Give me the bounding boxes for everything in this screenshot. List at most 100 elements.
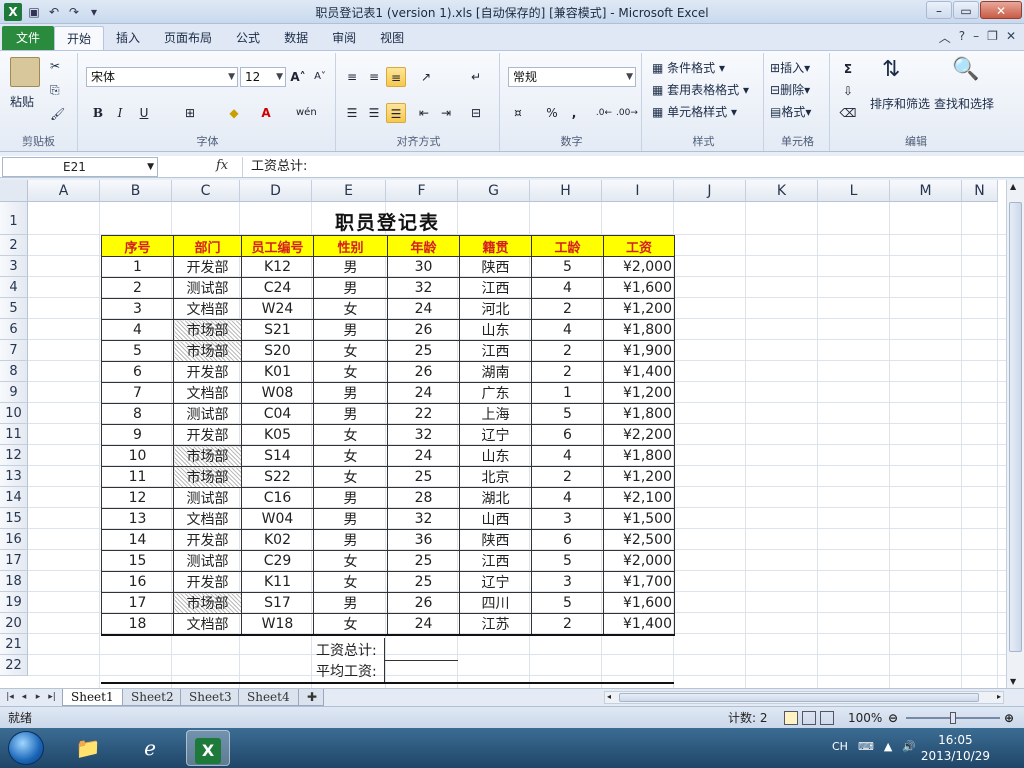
table-cell[interactable]: 陕西 xyxy=(459,256,532,278)
table-cell[interactable]: 测试部 xyxy=(173,277,242,299)
formula-input[interactable]: 工资总计: xyxy=(242,157,1006,177)
table-cell[interactable]: 32 xyxy=(387,508,460,530)
column-header-n[interactable]: N xyxy=(962,180,998,202)
number-format-combo[interactable]: 常规 ▼ xyxy=(508,67,636,87)
table-cell[interactable]: 7 xyxy=(101,382,174,404)
table-cell[interactable]: 陕西 xyxy=(459,529,532,551)
doc-close-icon[interactable]: ✕ xyxy=(1006,29,1016,46)
table-cell[interactable]: 1 xyxy=(531,382,604,404)
table-cell[interactable]: 河北 xyxy=(459,298,532,320)
format-painter-icon[interactable]: 🖌 xyxy=(50,107,65,121)
table-cell[interactable]: 4 xyxy=(531,277,604,299)
table-cell[interactable]: 1 xyxy=(101,256,174,278)
ie-icon[interactable]: ℯ xyxy=(128,730,172,766)
row-header-1[interactable]: 1 xyxy=(0,202,28,235)
font-name-combo[interactable]: 宋体 ▼ xyxy=(86,67,238,87)
bold-button[interactable]: B xyxy=(88,103,108,123)
table-cell[interactable]: 11 xyxy=(101,466,174,488)
tab-home[interactable]: 开始 xyxy=(54,26,105,50)
prev-sheet-icon[interactable]: ◂ xyxy=(18,690,30,704)
table-cell[interactable]: W04 xyxy=(241,508,314,530)
table-cell[interactable]: 市场部 xyxy=(173,445,242,467)
table-cell[interactable]: 男 xyxy=(313,319,388,341)
font-color-icon[interactable]: A xyxy=(256,103,276,123)
horizontal-scroll-thumb[interactable] xyxy=(619,693,979,702)
table-cell[interactable]: 2 xyxy=(531,298,604,320)
conditional-format-button[interactable]: ▦ 条件格式 ▾ xyxy=(652,59,725,76)
format-as-table-button[interactable]: ▦ 套用表格格式 ▾ xyxy=(652,81,749,98)
row-header-20[interactable]: 20 xyxy=(0,613,28,634)
table-cell[interactable]: 4 xyxy=(531,487,604,509)
zoom-out-icon[interactable]: ⊖ xyxy=(888,707,898,729)
vertical-scrollbar[interactable]: ▲ ▼ xyxy=(1006,180,1024,688)
table-cell[interactable]: 四川 xyxy=(459,592,532,614)
table-cell[interactable]: 女 xyxy=(313,571,388,593)
table-cell[interactable]: 14 xyxy=(101,529,174,551)
wrap-text-icon[interactable]: ↵ xyxy=(466,67,486,87)
table-cell[interactable]: 30 xyxy=(387,256,460,278)
table-cell[interactable]: 28 xyxy=(387,487,460,509)
column-header-j[interactable]: J xyxy=(674,180,746,202)
table-cell[interactable]: 测试部 xyxy=(173,487,242,509)
grow-font-icon[interactable]: A˄ xyxy=(288,67,308,87)
table-cell[interactable]: 女 xyxy=(313,424,388,446)
font-size-combo[interactable]: 12 ▼ xyxy=(240,67,286,87)
table-cell[interactable]: ¥1,900 xyxy=(603,340,675,362)
explorer-icon[interactable]: 📁 xyxy=(66,730,110,766)
cut-icon[interactable]: ✂ xyxy=(50,59,60,73)
row-header-21[interactable]: 21 xyxy=(0,634,28,655)
table-cell[interactable]: 17 xyxy=(101,592,174,614)
table-cell[interactable]: 文档部 xyxy=(173,508,242,530)
table-cell[interactable]: 12 xyxy=(101,487,174,509)
align-left-icon[interactable]: ☰ xyxy=(342,103,362,123)
table-cell[interactable]: 2 xyxy=(531,361,604,383)
select-all-corner[interactable] xyxy=(0,180,28,202)
table-cell[interactable]: 湖南 xyxy=(459,361,532,383)
volume-icon[interactable]: 🔊 xyxy=(902,740,916,753)
column-header-g[interactable]: G xyxy=(458,180,530,202)
table-cell[interactable]: 3 xyxy=(531,508,604,530)
table-cell[interactable]: S14 xyxy=(241,445,314,467)
normal-view-icon[interactable] xyxy=(784,711,798,725)
table-cell[interactable]: 25 xyxy=(387,466,460,488)
column-header-d[interactable]: D xyxy=(240,180,312,202)
row-header-5[interactable]: 5 xyxy=(0,298,28,319)
insert-cells-button[interactable]: ⊞插入▾ xyxy=(770,59,810,76)
row-header-2[interactable]: 2 xyxy=(0,235,28,256)
table-cell[interactable]: S21 xyxy=(241,319,314,341)
table-cell[interactable]: 女 xyxy=(313,466,388,488)
table-cell[interactable]: 广东 xyxy=(459,382,532,404)
header-cell[interactable]: 籍贯 xyxy=(459,235,532,257)
table-cell[interactable]: 5 xyxy=(101,340,174,362)
fill-color-icon[interactable]: ◆ xyxy=(224,103,244,123)
tab-review[interactable]: 审阅 xyxy=(320,26,368,50)
table-cell[interactable]: 32 xyxy=(387,424,460,446)
table-cell[interactable]: 24 xyxy=(387,445,460,467)
underline-button[interactable]: U xyxy=(134,103,154,123)
table-cell[interactable]: 江西 xyxy=(459,340,532,362)
row-header-12[interactable]: 12 xyxy=(0,445,28,466)
tab-page-layout[interactable]: 页面布局 xyxy=(152,26,224,50)
table-cell[interactable]: 24 xyxy=(387,298,460,320)
table-cell[interactable]: C29 xyxy=(241,550,314,572)
table-cell[interactable]: 女 xyxy=(313,613,388,636)
column-header-h[interactable]: H xyxy=(530,180,602,202)
table-cell[interactable]: 男 xyxy=(313,403,388,425)
percent-button[interactable]: % xyxy=(542,103,562,123)
row-header-9[interactable]: 9 xyxy=(0,382,28,403)
copy-icon[interactable]: ⎘ xyxy=(50,83,60,98)
delete-cells-button[interactable]: ⊟删除▾ xyxy=(770,81,810,98)
table-cell[interactable]: 男 xyxy=(313,508,388,530)
table-cell[interactable]: C16 xyxy=(241,487,314,509)
table-cell[interactable]: 上海 xyxy=(459,403,532,425)
table-cell[interactable]: 女 xyxy=(313,298,388,320)
table-cell[interactable]: 市场部 xyxy=(173,592,242,614)
row-header-22[interactable]: 22 xyxy=(0,655,28,676)
table-cell[interactable]: 5 xyxy=(531,592,604,614)
page-layout-view-icon[interactable] xyxy=(802,711,816,725)
paste-button[interactable]: 粘贴 xyxy=(10,93,34,110)
table-cell[interactable]: 4 xyxy=(101,319,174,341)
align-right-icon[interactable]: ☰ xyxy=(386,103,406,123)
table-cell[interactable]: 市场部 xyxy=(173,319,242,341)
tab-file[interactable]: 文件 xyxy=(2,26,54,50)
